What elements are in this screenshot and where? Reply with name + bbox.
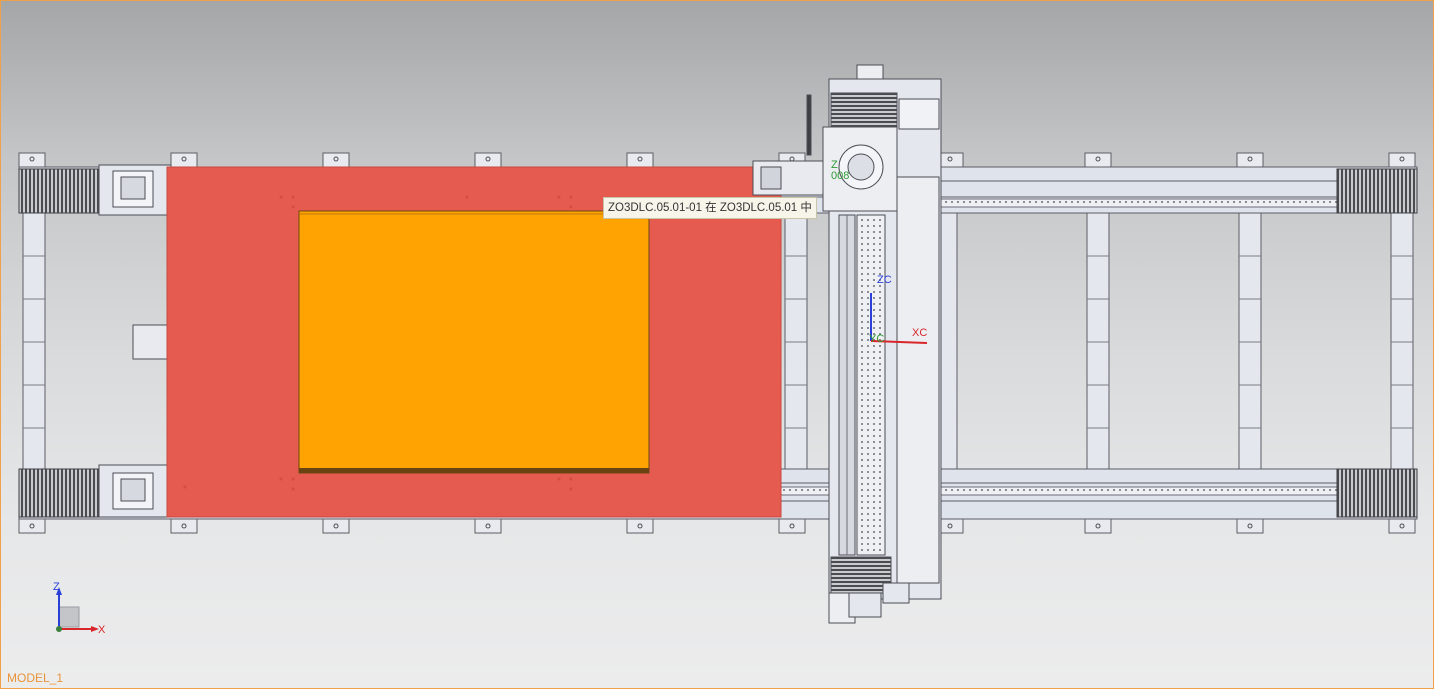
triad-z-label: Z	[53, 581, 60, 593]
wcs-zc-label: ZC	[877, 274, 892, 286]
model-view-name: MODEL_1	[7, 671, 64, 685]
triad-x-label: X	[98, 624, 106, 636]
cad-model-scene[interactable]	[1, 1, 1433, 688]
wcs-xc-label: XC	[912, 327, 928, 339]
wcs-yc-label: YC	[869, 333, 885, 345]
part-label: Z 008	[831, 160, 849, 182]
selection-tooltip: ZO3DLC.05.01-01 在 ZO3DLC.05.01 中	[603, 197, 817, 219]
view-triad	[56, 587, 99, 632]
part-label-line2: 008	[831, 170, 850, 182]
graphics-window[interactable]: Z 008 ZC YC XC ZO3DLC.05.01-01 在 ZO3DLC.…	[0, 0, 1434, 689]
workpiece-block[interactable]	[298, 210, 650, 474]
left-carriages	[98, 164, 172, 518]
